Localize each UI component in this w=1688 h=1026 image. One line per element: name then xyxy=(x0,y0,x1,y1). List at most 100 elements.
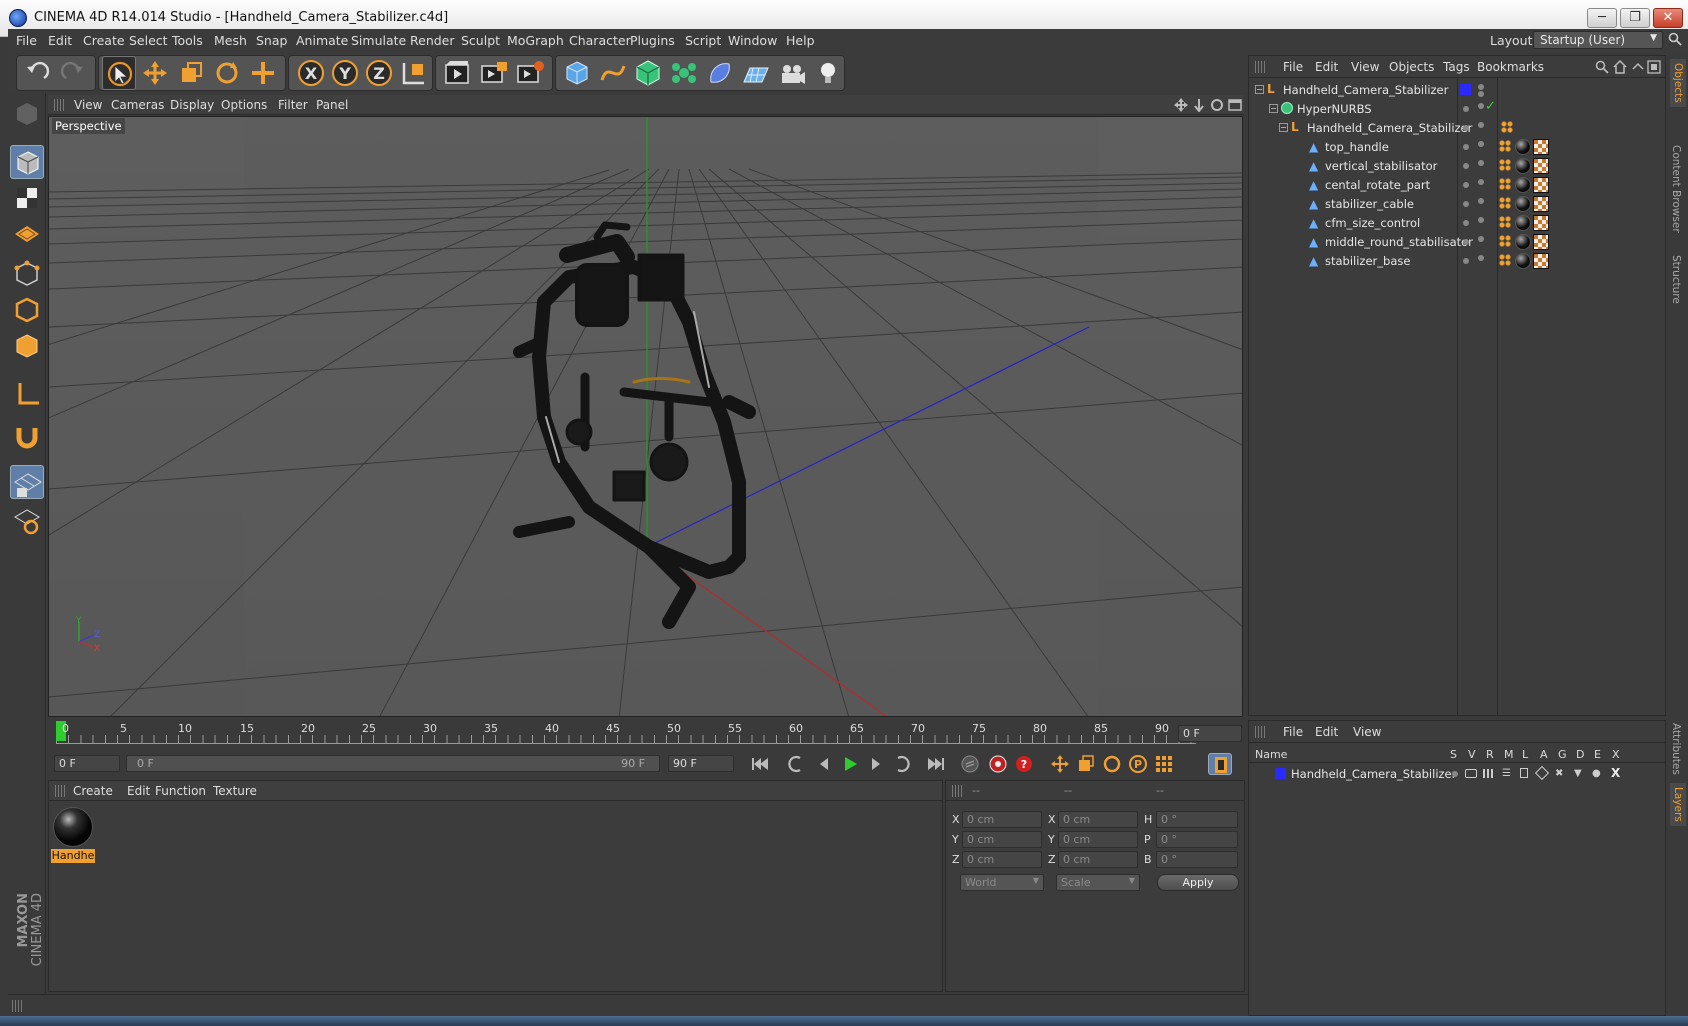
obj-menu-edit[interactable]: Edit xyxy=(1315,60,1338,74)
vp-menu-view[interactable]: View xyxy=(74,98,102,112)
phong-tag-icon[interactable] xyxy=(1499,197,1511,209)
tab-attributes[interactable]: Attributes xyxy=(1670,723,1682,775)
phong-tag-icon[interactable] xyxy=(1499,235,1511,247)
object-row[interactable]: ▲ stabilizer_cable xyxy=(1249,194,1665,214)
start-frame-field[interactable]: 0 F xyxy=(54,755,120,772)
mograph-cloner-icon[interactable] xyxy=(667,56,701,90)
phong-tag-icon[interactable] xyxy=(1499,140,1511,152)
editor-visibility-dot[interactable] xyxy=(1463,182,1469,188)
menu-file[interactable]: File xyxy=(16,33,37,48)
panel-grip-icon[interactable] xyxy=(1255,61,1265,73)
spline-icon[interactable] xyxy=(596,56,630,90)
expand-toggle-icon[interactable]: − xyxy=(1255,85,1264,94)
render-picture-viewer-icon[interactable] xyxy=(477,56,511,90)
render-settings-icon[interactable] xyxy=(513,56,547,90)
collapse-icon[interactable] xyxy=(1631,60,1645,74)
menu-render[interactable]: Render xyxy=(410,33,455,48)
search-icon[interactable] xyxy=(1668,32,1682,46)
object-row[interactable]: − L Handheld_Camera_Stabilizer xyxy=(1249,118,1665,138)
menu-snap[interactable]: Snap xyxy=(256,33,287,48)
animation-lock-icon[interactable] xyxy=(10,503,44,537)
generator-icon[interactable]: ✖ xyxy=(1555,768,1563,779)
object-row[interactable]: − HyperNURBS ✓ xyxy=(1249,99,1665,119)
object-row[interactable]: ▲ stabilizer_base xyxy=(1249,251,1665,271)
uvw-tag-icon[interactable] xyxy=(1533,215,1549,231)
play-icon[interactable] xyxy=(838,753,862,775)
coord-sx-field[interactable]: 0 cm xyxy=(1058,811,1138,828)
coord-p-field[interactable]: 0 ° xyxy=(1156,831,1238,848)
undo-icon[interactable] xyxy=(20,56,54,90)
obj-menu-tags[interactable]: Tags xyxy=(1443,60,1470,74)
restore-button[interactable]: ❐ xyxy=(1620,8,1650,28)
close-button[interactable]: ✕ xyxy=(1653,8,1683,28)
render-visibility-dot[interactable] xyxy=(1478,255,1484,261)
edges-mode-icon[interactable] xyxy=(10,293,44,327)
object-row[interactable]: ▲ cfm_size_control xyxy=(1249,213,1665,233)
phong-tag-icon[interactable] xyxy=(1499,216,1511,228)
editor-visibility-dot[interactable] xyxy=(1463,220,1469,226)
expression-icon[interactable]: ● xyxy=(1592,768,1601,779)
layout-select[interactable]: Startup (User) ▼ xyxy=(1533,31,1663,49)
editor-visibility-dot[interactable] xyxy=(1463,201,1469,207)
key-pla-icon[interactable] xyxy=(1152,753,1176,775)
live-selection-icon[interactable] xyxy=(102,56,136,90)
object-row[interactable]: ▲ cental_rotate_part xyxy=(1249,175,1665,195)
layer-color-swatch[interactable] xyxy=(1275,768,1286,779)
new-window-icon[interactable] xyxy=(1647,60,1661,74)
uvw-tag-icon[interactable] xyxy=(1533,177,1549,193)
go-to-start-icon[interactable] xyxy=(748,753,772,775)
mat-menu-texture[interactable]: Texture xyxy=(213,784,257,798)
render-visibility-dot[interactable] xyxy=(1478,141,1484,147)
viewport-rotate-icon[interactable] xyxy=(1210,98,1224,112)
menu-simulate[interactable]: Simulate xyxy=(351,33,406,48)
vp-menu-panel[interactable]: Panel xyxy=(316,98,348,112)
menu-mesh[interactable]: Mesh xyxy=(214,33,247,48)
eye-icon[interactable] xyxy=(1465,769,1477,778)
material-tag-icon[interactable] xyxy=(1515,139,1531,155)
uvw-tag-icon[interactable] xyxy=(1533,158,1549,174)
perspective-viewport[interactable] xyxy=(48,116,1243,717)
solo-toggle-icon[interactable] xyxy=(1452,771,1458,777)
menu-help[interactable]: Help xyxy=(786,33,815,48)
material-tag-icon[interactable] xyxy=(1515,158,1531,174)
key-parameter-icon[interactable]: P xyxy=(1126,753,1150,775)
vp-menu-cameras[interactable]: Cameras xyxy=(111,98,164,112)
coord-b-field[interactable]: 0 ° xyxy=(1156,851,1238,868)
phong-tag-icon[interactable] xyxy=(1501,121,1513,133)
viewport-maximize-icon[interactable] xyxy=(1228,98,1242,112)
layer-flag-m[interactable]: M xyxy=(1504,748,1514,761)
redo-icon[interactable] xyxy=(56,56,90,90)
record-keys-icon[interactable] xyxy=(958,753,982,775)
snap-magnet-icon[interactable] xyxy=(10,419,44,453)
render-visibility-dot[interactable] xyxy=(1478,217,1484,223)
layer-row[interactable]: Handheld_Camera_Stabilizer ☰ ✖ ▼ ● X xyxy=(1249,765,1665,783)
menu-plugins[interactable]: Plugins xyxy=(630,33,675,48)
make-editable-icon[interactable] xyxy=(10,97,44,131)
layer-flag-x[interactable]: X xyxy=(1612,748,1620,761)
panel-grip-icon[interactable] xyxy=(54,99,64,111)
home-icon[interactable] xyxy=(1613,59,1627,74)
model-mode-icon[interactable] xyxy=(10,145,44,179)
viewport-zoom-icon[interactable] xyxy=(1192,98,1206,113)
material-tag-icon[interactable] xyxy=(1515,177,1531,193)
key-scale-icon[interactable] xyxy=(1074,753,1098,775)
deformer-icon[interactable] xyxy=(703,56,737,90)
vp-menu-filter[interactable]: Filter xyxy=(278,98,308,112)
panel-grip-icon[interactable] xyxy=(55,785,65,797)
panel-grip-icon[interactable] xyxy=(952,785,962,797)
object-row[interactable]: ▲ vertical_stabilisator xyxy=(1249,156,1665,176)
key-position-icon[interactable] xyxy=(1048,753,1072,775)
object-row[interactable]: ▲ middle_round_stabilisator xyxy=(1249,232,1665,252)
layer-flag-s[interactable]: S xyxy=(1450,748,1457,761)
material-tag-icon[interactable] xyxy=(1515,234,1531,250)
editor-visibility-dot[interactable] xyxy=(1463,258,1469,264)
add-tool-icon[interactable] xyxy=(246,56,280,90)
layer-color-swatch[interactable] xyxy=(1460,84,1471,95)
mat-menu-edit[interactable]: Edit xyxy=(127,784,150,798)
menu-mograph[interactable]: MoGraph xyxy=(507,33,564,48)
uvw-tag-icon[interactable] xyxy=(1533,139,1549,155)
coord-h-field[interactable]: 0 ° xyxy=(1156,811,1238,828)
minimize-button[interactable]: ─ xyxy=(1587,8,1617,28)
floor-icon[interactable] xyxy=(739,56,773,90)
previous-frame-icon[interactable] xyxy=(812,753,836,775)
